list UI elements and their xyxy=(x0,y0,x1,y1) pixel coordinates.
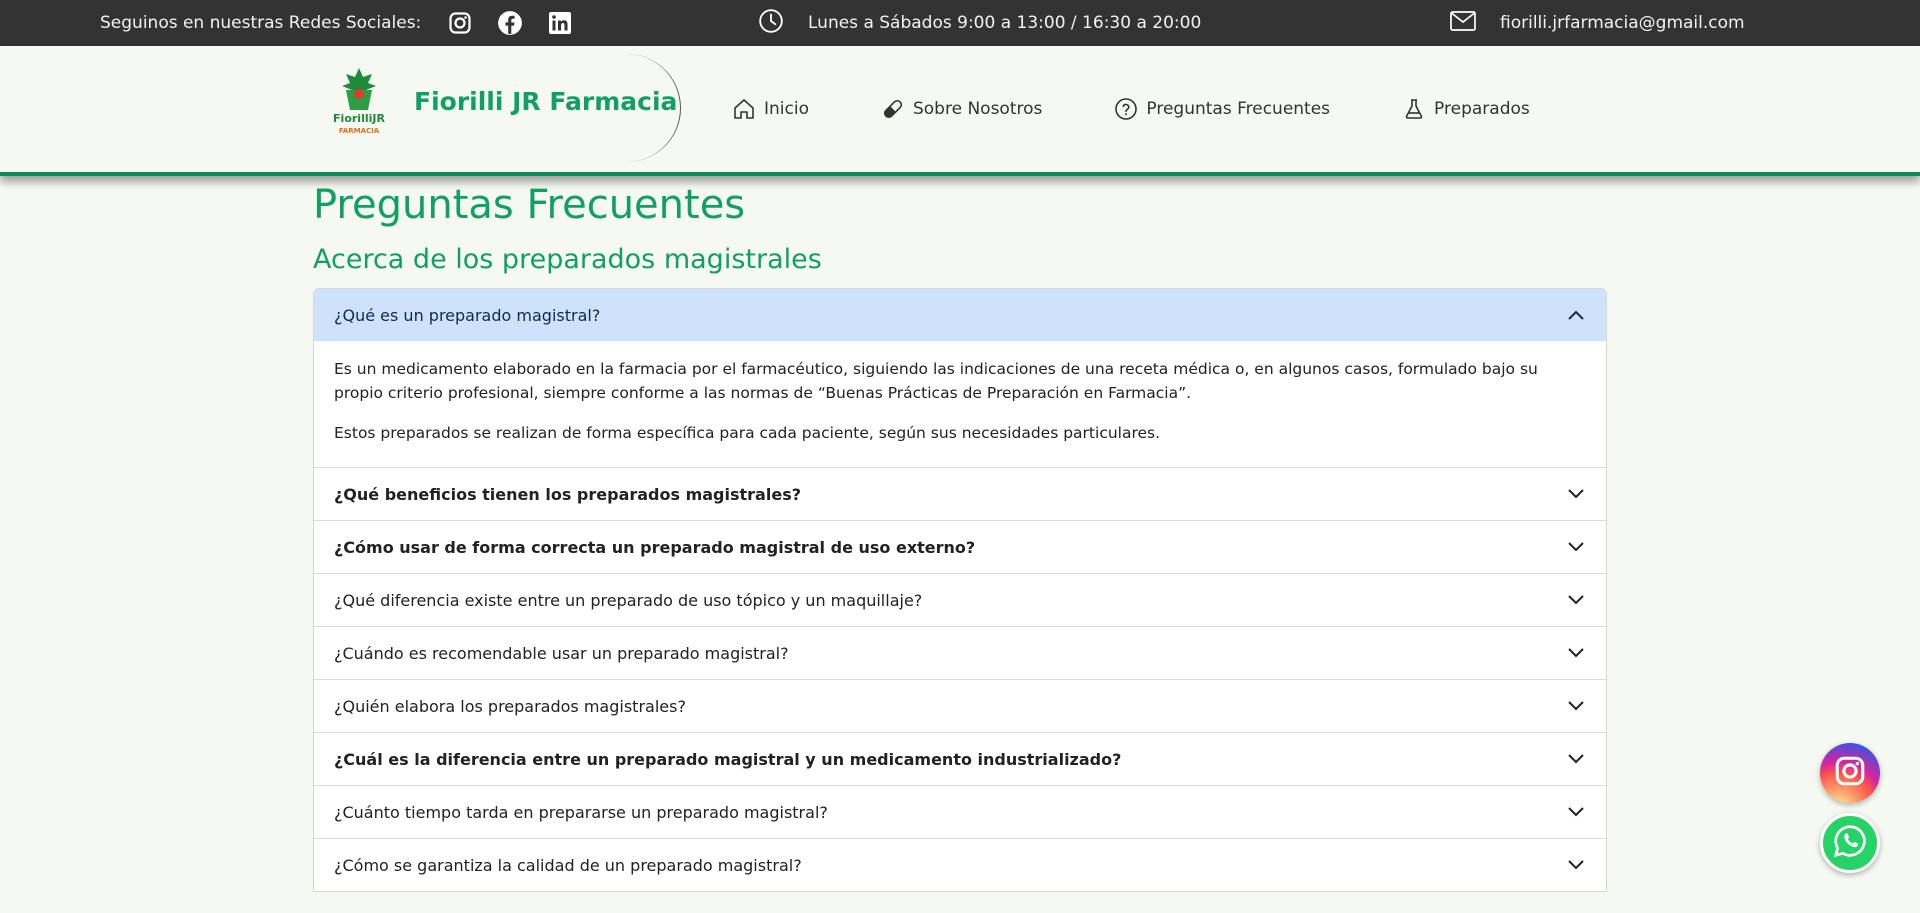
linkedin-icon[interactable] xyxy=(547,10,573,36)
social-links: Seguinos en nuestras Redes Sociales: xyxy=(100,0,585,46)
faq-item: ¿Qué diferencia existe entre un preparad… xyxy=(314,573,1606,627)
faq-question[interactable]: ¿Cuándo es recomendable usar un preparad… xyxy=(334,644,789,663)
flask-icon xyxy=(1402,97,1426,121)
faq-accordion: ¿Qué es un preparado magistral? Es un me… xyxy=(313,288,1607,893)
faq-item: ¿Cuándo es recomendable usar un preparad… xyxy=(314,626,1606,680)
faq-question[interactable]: ¿Quién elabora los preparados magistrale… xyxy=(334,697,686,716)
faq-question[interactable]: ¿Cuál es la diferencia entre un preparad… xyxy=(334,750,1121,769)
nav-item-preguntas-frecuentes[interactable]: Preguntas Frecuentes xyxy=(1114,97,1330,121)
whatsapp-icon[interactable] xyxy=(1832,823,1868,863)
chevron-down-icon[interactable] xyxy=(1566,484,1586,504)
faq-question[interactable]: ¿Cómo se garantiza la calidad de un prep… xyxy=(334,856,802,875)
nav-item-sobre-nosotros[interactable]: Sobre Nosotros xyxy=(881,97,1042,121)
logo-subtext: FARMACIA xyxy=(339,127,380,135)
faq-item: ¿Qué beneficios tienen los preparados ma… xyxy=(314,467,1606,521)
instagram-icon[interactable] xyxy=(447,10,473,36)
chevron-down-icon[interactable] xyxy=(1566,855,1586,875)
faq-question[interactable]: ¿Qué beneficios tienen los preparados ma… xyxy=(334,485,801,504)
nav-label[interactable]: Preparados xyxy=(1434,99,1530,119)
faq-question-button[interactable]: ¿Cuándo es recomendable usar un preparad… xyxy=(314,627,1606,680)
site-header: FiorilliJR FARMACIA Fiorilli JR Farmacia… xyxy=(0,46,1920,176)
faq-question-button[interactable]: ¿Qué es un preparado magistral? xyxy=(314,289,1606,342)
instagram-icon[interactable] xyxy=(1833,754,1867,792)
opening-hours: Lunes a Sábados 9:00 a 13:00 / 16:30 a 2… xyxy=(758,0,1201,46)
chevron-down-icon[interactable] xyxy=(1566,749,1586,769)
faq-item: ¿Cómo usar de forma correcta un preparad… xyxy=(314,520,1606,574)
top-bar: Seguinos en nuestras Redes Sociales: Lun… xyxy=(0,0,1920,46)
faq-question-button[interactable]: ¿Quién elabora los preparados magistrale… xyxy=(314,680,1606,733)
contact-email[interactable]: fiorilli.jrfarmacia@gmail.com xyxy=(1450,0,1745,46)
chevron-up-icon[interactable] xyxy=(1566,305,1586,325)
faq-question[interactable]: ¿Qué es un preparado magistral? xyxy=(334,306,600,325)
email-text[interactable]: fiorilli.jrfarmacia@gmail.com xyxy=(1500,13,1745,33)
faq-question[interactable]: ¿Qué diferencia existe entre un preparad… xyxy=(334,591,922,610)
home-icon xyxy=(732,97,756,121)
hours-text: Lunes a Sábados 9:00 a 13:00 / 16:30 a 2… xyxy=(808,13,1202,33)
faq-item: ¿Quién elabora los preparados magistrale… xyxy=(314,679,1606,733)
floating-instagram-button[interactable] xyxy=(1820,743,1880,803)
faq-question-button[interactable]: ¿Cómo usar de forma correcta un preparad… xyxy=(314,521,1606,574)
faq-question[interactable]: ¿Cómo usar de forma correcta un preparad… xyxy=(334,538,975,557)
main-nav: Inicio Sobre Nosotros Preguntas Frecuent… xyxy=(732,46,1602,172)
faq-answer-paragraph: Estos preparados se realizan de forma es… xyxy=(334,424,1161,443)
page-title: Preguntas Frecuentes xyxy=(313,182,746,228)
capsule-icon xyxy=(881,97,905,121)
nav-label[interactable]: Sobre Nosotros xyxy=(913,99,1042,119)
pharmacy-logo[interactable]: FiorilliJR FARMACIA xyxy=(326,64,392,138)
main-content: Preguntas Frecuentes Acerca de los prepa… xyxy=(313,172,1607,893)
floating-whatsapp-button[interactable] xyxy=(1820,813,1880,873)
section-title: Acerca de los preparados magistrales xyxy=(313,244,822,275)
faq-answer-paragraph: Es un medicamento elaborado en la farmac… xyxy=(334,360,1538,403)
faq-question[interactable]: ¿Cuánto tiempo tarda en prepararse un pr… xyxy=(334,803,828,822)
chevron-down-icon[interactable] xyxy=(1566,590,1586,610)
faq-answer: Es un medicamento elaborado en la farmac… xyxy=(314,341,1606,468)
faq-item: ¿Qué es un preparado magistral? Es un me… xyxy=(314,289,1606,468)
social-label: Seguinos en nuestras Redes Sociales: xyxy=(100,13,422,33)
logo-text: FiorilliJR xyxy=(333,112,385,125)
nav-item-preparados[interactable]: Preparados xyxy=(1402,97,1530,121)
clock-icon xyxy=(758,8,784,39)
faq-item: ¿Cuánto tiempo tarda en prepararse un pr… xyxy=(314,785,1606,839)
chevron-down-icon[interactable] xyxy=(1566,537,1586,557)
faq-question-button[interactable]: ¿Qué beneficios tienen los preparados ma… xyxy=(314,468,1606,521)
faq-question-button[interactable]: ¿Cuál es la diferencia entre un preparad… xyxy=(314,733,1606,786)
faq-item: ¿Cuál es la diferencia entre un preparad… xyxy=(314,732,1606,786)
envelope-icon xyxy=(1450,10,1476,36)
faq-question-button[interactable]: ¿Cómo se garantiza la calidad de un prep… xyxy=(314,839,1606,892)
faq-item: ¿Cómo se garantiza la calidad de un prep… xyxy=(314,838,1606,892)
nav-item-inicio[interactable]: Inicio xyxy=(732,97,809,121)
faq-question-button[interactable]: ¿Qué diferencia existe entre un preparad… xyxy=(314,574,1606,627)
facebook-icon[interactable] xyxy=(497,10,523,36)
faq-question-button[interactable]: ¿Cuánto tiempo tarda en prepararse un pr… xyxy=(314,786,1606,839)
nav-label[interactable]: Preguntas Frecuentes xyxy=(1146,99,1330,119)
question-circle-icon xyxy=(1114,97,1138,121)
chevron-down-icon[interactable] xyxy=(1566,802,1586,822)
chevron-down-icon[interactable] xyxy=(1566,696,1586,716)
chevron-down-icon[interactable] xyxy=(1566,643,1586,663)
nav-label[interactable]: Inicio xyxy=(764,99,809,119)
